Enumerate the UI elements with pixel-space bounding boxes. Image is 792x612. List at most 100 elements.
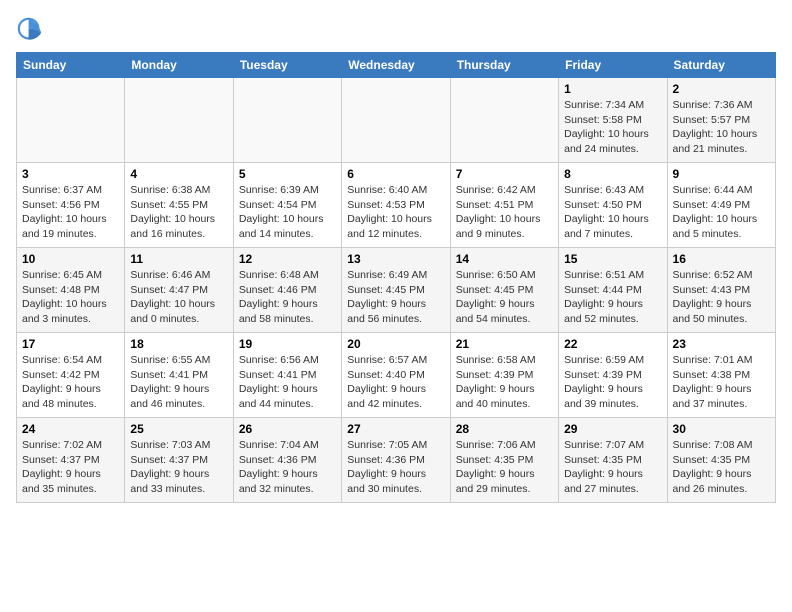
day-info: Sunrise: 7:06 AMSunset: 4:35 PMDaylight:… xyxy=(456,438,553,497)
day-number: 20 xyxy=(347,337,444,351)
calendar-header-row: SundayMondayTuesdayWednesdayThursdayFrid… xyxy=(17,53,776,78)
calendar-cell: 7 Sunrise: 6:42 AMSunset: 4:51 PMDaylight… xyxy=(450,163,558,248)
day-info: Sunrise: 6:59 AMSunset: 4:39 PMDaylight:… xyxy=(564,353,661,412)
calendar-cell xyxy=(342,78,450,163)
day-number: 10 xyxy=(22,252,119,266)
calendar-cell xyxy=(450,78,558,163)
day-info: Sunrise: 6:51 AMSunset: 4:44 PMDaylight:… xyxy=(564,268,661,327)
calendar-cell: 12 Sunrise: 6:48 AMSunset: 4:46 PMDayligh… xyxy=(233,248,341,333)
calendar-week-row: 10 Sunrise: 6:45 AMSunset: 4:48 PMDayligh… xyxy=(17,248,776,333)
calendar-cell: 2 Sunrise: 7:36 AMSunset: 5:57 PMDaylight… xyxy=(667,78,775,163)
day-info: Sunrise: 7:08 AMSunset: 4:35 PMDaylight:… xyxy=(673,438,770,497)
calendar-cell: 15 Sunrise: 6:51 AMSunset: 4:44 PMDayligh… xyxy=(559,248,667,333)
day-number: 2 xyxy=(673,82,770,96)
day-number: 15 xyxy=(564,252,661,266)
day-number: 30 xyxy=(673,422,770,436)
calendar-cell: 27 Sunrise: 7:05 AMSunset: 4:36 PMDayligh… xyxy=(342,418,450,503)
day-number: 6 xyxy=(347,167,444,181)
day-info: Sunrise: 6:52 AMSunset: 4:43 PMDaylight:… xyxy=(673,268,770,327)
day-number: 19 xyxy=(239,337,336,351)
page-header xyxy=(16,16,776,44)
day-info: Sunrise: 6:49 AMSunset: 4:45 PMDaylight:… xyxy=(347,268,444,327)
day-info: Sunrise: 7:36 AMSunset: 5:57 PMDaylight:… xyxy=(673,98,770,157)
calendar-cell: 19 Sunrise: 6:56 AMSunset: 4:41 PMDayligh… xyxy=(233,333,341,418)
day-number: 29 xyxy=(564,422,661,436)
day-number: 5 xyxy=(239,167,336,181)
day-number: 8 xyxy=(564,167,661,181)
calendar-cell: 13 Sunrise: 6:49 AMSunset: 4:45 PMDayligh… xyxy=(342,248,450,333)
day-info: Sunrise: 6:40 AMSunset: 4:53 PMDaylight:… xyxy=(347,183,444,242)
calendar-cell: 23 Sunrise: 7:01 AMSunset: 4:38 PMDayligh… xyxy=(667,333,775,418)
day-info: Sunrise: 6:50 AMSunset: 4:45 PMDaylight:… xyxy=(456,268,553,327)
calendar-cell: 14 Sunrise: 6:50 AMSunset: 4:45 PMDayligh… xyxy=(450,248,558,333)
logo xyxy=(16,16,48,44)
day-info: Sunrise: 7:01 AMSunset: 4:38 PMDaylight:… xyxy=(673,353,770,412)
calendar-cell: 16 Sunrise: 6:52 AMSunset: 4:43 PMDayligh… xyxy=(667,248,775,333)
day-number: 14 xyxy=(456,252,553,266)
calendar-cell xyxy=(233,78,341,163)
calendar-cell: 24 Sunrise: 7:02 AMSunset: 4:37 PMDayligh… xyxy=(17,418,125,503)
logo-icon xyxy=(16,16,44,44)
calendar-week-row: 17 Sunrise: 6:54 AMSunset: 4:42 PMDayligh… xyxy=(17,333,776,418)
day-info: Sunrise: 6:39 AMSunset: 4:54 PMDaylight:… xyxy=(239,183,336,242)
day-number: 26 xyxy=(239,422,336,436)
day-info: Sunrise: 6:46 AMSunset: 4:47 PMDaylight:… xyxy=(130,268,227,327)
column-header-sunday: Sunday xyxy=(17,53,125,78)
day-number: 17 xyxy=(22,337,119,351)
day-info: Sunrise: 6:42 AMSunset: 4:51 PMDaylight:… xyxy=(456,183,553,242)
day-info: Sunrise: 6:57 AMSunset: 4:40 PMDaylight:… xyxy=(347,353,444,412)
calendar-cell: 8 Sunrise: 6:43 AMSunset: 4:50 PMDaylight… xyxy=(559,163,667,248)
day-number: 11 xyxy=(130,252,227,266)
day-number: 12 xyxy=(239,252,336,266)
day-number: 24 xyxy=(22,422,119,436)
column-header-tuesday: Tuesday xyxy=(233,53,341,78)
calendar-cell: 22Sunrise: 6:59 AMSunset: 4:39 PMDayligh… xyxy=(559,333,667,418)
column-header-wednesday: Wednesday xyxy=(342,53,450,78)
column-header-monday: Monday xyxy=(125,53,233,78)
day-info: Sunrise: 6:44 AMSunset: 4:49 PMDaylight:… xyxy=(673,183,770,242)
calendar-cell: 9 Sunrise: 6:44 AMSunset: 4:49 PMDaylight… xyxy=(667,163,775,248)
day-info: Sunrise: 6:37 AMSunset: 4:56 PMDaylight:… xyxy=(22,183,119,242)
column-header-saturday: Saturday xyxy=(667,53,775,78)
day-info: Sunrise: 7:03 AMSunset: 4:37 PMDaylight:… xyxy=(130,438,227,497)
day-info: Sunrise: 6:43 AMSunset: 4:50 PMDaylight:… xyxy=(564,183,661,242)
day-number: 28 xyxy=(456,422,553,436)
day-info: Sunrise: 7:02 AMSunset: 4:37 PMDaylight:… xyxy=(22,438,119,497)
calendar-cell xyxy=(17,78,125,163)
calendar-cell: 28 Sunrise: 7:06 AMSunset: 4:35 PMDayligh… xyxy=(450,418,558,503)
calendar-cell: 26 Sunrise: 7:04 AMSunset: 4:36 PMDayligh… xyxy=(233,418,341,503)
day-number: 23 xyxy=(673,337,770,351)
day-info: Sunrise: 6:54 AMSunset: 4:42 PMDaylight:… xyxy=(22,353,119,412)
day-number: 21 xyxy=(456,337,553,351)
day-info: Sunrise: 6:48 AMSunset: 4:46 PMDaylight:… xyxy=(239,268,336,327)
calendar-cell: 3 Sunrise: 6:37 AMSunset: 4:56 PMDaylight… xyxy=(17,163,125,248)
day-number: 25 xyxy=(130,422,227,436)
calendar-table: SundayMondayTuesdayWednesdayThursdayFrid… xyxy=(16,52,776,503)
calendar-cell: 4 Sunrise: 6:38 AMSunset: 4:55 PMDaylight… xyxy=(125,163,233,248)
calendar-week-row: 24 Sunrise: 7:02 AMSunset: 4:37 PMDayligh… xyxy=(17,418,776,503)
day-info: Sunrise: 6:45 AMSunset: 4:48 PMDaylight:… xyxy=(22,268,119,327)
day-info: Sunrise: 6:56 AMSunset: 4:41 PMDaylight:… xyxy=(239,353,336,412)
column-header-friday: Friday xyxy=(559,53,667,78)
calendar-cell: 21Sunrise: 6:58 AMSunset: 4:39 PMDayligh… xyxy=(450,333,558,418)
calendar-cell: 11 Sunrise: 6:46 AMSunset: 4:47 PMDayligh… xyxy=(125,248,233,333)
day-number: 27 xyxy=(347,422,444,436)
calendar-cell: 20 Sunrise: 6:57 AMSunset: 4:40 PMDayligh… xyxy=(342,333,450,418)
day-number: 1 xyxy=(564,82,661,96)
day-info: Sunrise: 7:04 AMSunset: 4:36 PMDaylight:… xyxy=(239,438,336,497)
calendar-cell: 1Sunrise: 7:34 AMSunset: 5:58 PMDaylight… xyxy=(559,78,667,163)
day-number: 7 xyxy=(456,167,553,181)
day-number: 18 xyxy=(130,337,227,351)
day-number: 16 xyxy=(673,252,770,266)
day-number: 9 xyxy=(673,167,770,181)
day-info: Sunrise: 6:38 AMSunset: 4:55 PMDaylight:… xyxy=(130,183,227,242)
calendar-cell: 10 Sunrise: 6:45 AMSunset: 4:48 PMDayligh… xyxy=(17,248,125,333)
day-number: 3 xyxy=(22,167,119,181)
calendar-week-row: 1Sunrise: 7:34 AMSunset: 5:58 PMDaylight… xyxy=(17,78,776,163)
calendar-cell: 29 Sunrise: 7:07 AMSunset: 4:35 PMDayligh… xyxy=(559,418,667,503)
day-number: 4 xyxy=(130,167,227,181)
calendar-cell xyxy=(125,78,233,163)
day-info: Sunrise: 7:07 AMSunset: 4:35 PMDaylight:… xyxy=(564,438,661,497)
day-info: Sunrise: 7:05 AMSunset: 4:36 PMDaylight:… xyxy=(347,438,444,497)
day-number: 13 xyxy=(347,252,444,266)
